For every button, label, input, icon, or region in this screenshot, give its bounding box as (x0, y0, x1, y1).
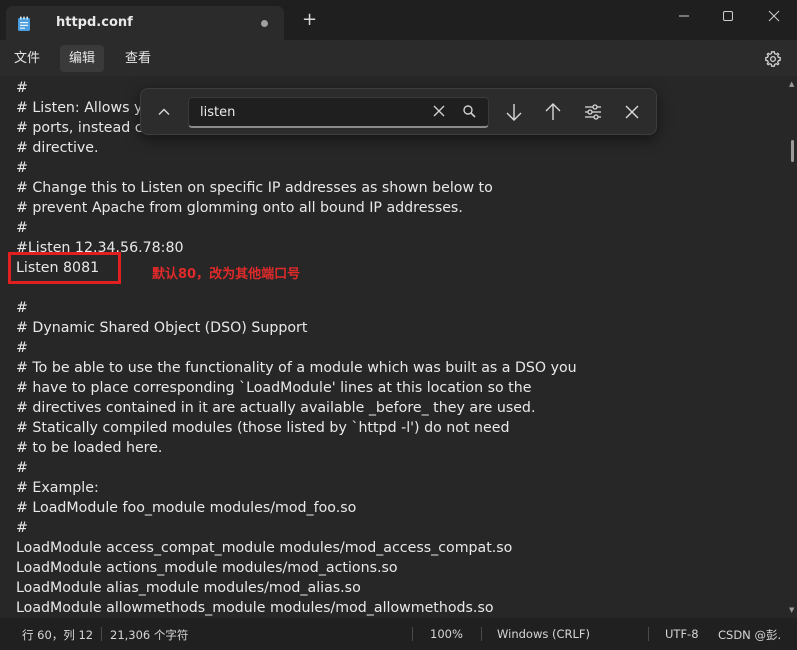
editor-line: LoadModule allowmethods_module modules/m… (16, 600, 494, 616)
zoom-level[interactable]: 100% (430, 627, 463, 641)
cursor-position[interactable]: 行 60，列 12 (22, 627, 93, 643)
editor-line: LoadModule actions_module modules/mod_ac… (16, 560, 398, 576)
editor-line: LoadModule access_compat_module modules/… (16, 540, 513, 556)
maximize-icon[interactable] (718, 6, 738, 26)
editor-lines: # # Listen: Allows y # ports, instead c # d… (16, 78, 577, 618)
scroll-thumb[interactable] (791, 140, 794, 162)
menu-file[interactable]: 文件 (5, 45, 49, 72)
editor-line: # (16, 300, 28, 316)
status-bar: 行 60，列 12 21,306 个字符 100% Windows (CRLF)… (0, 618, 797, 650)
editor-line: # (16, 160, 28, 176)
editor-line: # Change this to Listen on specific IP a… (16, 180, 493, 196)
editor-line: # Statically compiled modules (those lis… (16, 420, 510, 436)
editor-line: # directive. (16, 140, 99, 156)
find-previous-arrow-up-icon[interactable] (542, 101, 564, 123)
chevron-up-icon[interactable] (155, 103, 173, 121)
editor-line: # Dynamic Shared Object (DSO) Support (16, 320, 308, 336)
new-tab-icon[interactable]: + (302, 11, 317, 29)
title-bar: httpd.conf + (0, 0, 797, 40)
notepad-icon (18, 16, 30, 31)
menu-edit[interactable]: 编辑 (60, 45, 105, 72)
text-editor[interactable]: # # Listen: Allows y # ports, instead c # d… (0, 76, 788, 618)
menu-bar: 文件 编辑 查看 (0, 40, 797, 76)
watermark: CSDN @彭. (718, 628, 782, 642)
unsaved-indicator-icon[interactable] (261, 20, 268, 27)
annotation-note: 默认80，改为其他端口号 (152, 267, 301, 282)
encoding[interactable]: UTF-8 (665, 627, 699, 641)
editor-line: # Example: (16, 480, 99, 496)
search-icon[interactable] (462, 104, 477, 119)
status-divider (101, 627, 102, 641)
tab-title: httpd.conf (56, 15, 133, 30)
clear-search-icon[interactable] (432, 104, 446, 118)
editor-line: # (16, 340, 28, 356)
editor-line: # LoadModule foo_module modules/mod_foo.… (16, 500, 357, 516)
editor-line: # prevent Apache from glomming onto all … (16, 200, 463, 216)
editor-line: # (16, 220, 28, 236)
file-tab[interactable]: httpd.conf (6, 6, 284, 40)
status-divider (481, 627, 482, 641)
editor-line: # (16, 460, 28, 476)
scroll-down-icon[interactable]: ▼ (789, 606, 794, 614)
minimize-icon[interactable] (674, 6, 694, 26)
close-window-icon[interactable] (764, 6, 784, 26)
menu-view[interactable]: 查看 (116, 45, 160, 72)
find-panel (140, 88, 657, 135)
close-find-icon[interactable] (621, 101, 643, 123)
settings-gear-icon[interactable] (764, 50, 782, 68)
scroll-up-icon[interactable]: ▲ (789, 80, 794, 88)
editor-line: # directives contained in it are actuall… (16, 400, 536, 416)
status-divider (648, 627, 649, 641)
editor-line: # to be loaded here. (16, 440, 163, 456)
line-ending[interactable]: Windows (CRLF) (497, 627, 590, 641)
character-count: 21,306 个字符 (110, 628, 189, 642)
status-divider (412, 627, 413, 641)
find-options-sliders-icon[interactable] (582, 101, 604, 123)
editor-line: # To be able to use the functionality of… (16, 360, 577, 376)
vertical-scrollbar[interactable]: ▲ ▼ (788, 76, 797, 618)
editor-line: LoadModule alias_module modules/mod_alia… (16, 580, 361, 596)
editor-line: # have to place corresponding `LoadModul… (16, 380, 532, 396)
find-next-arrow-down-icon[interactable] (503, 101, 525, 123)
editor-line: # (16, 520, 28, 536)
annotation-highlight-box (8, 252, 121, 284)
